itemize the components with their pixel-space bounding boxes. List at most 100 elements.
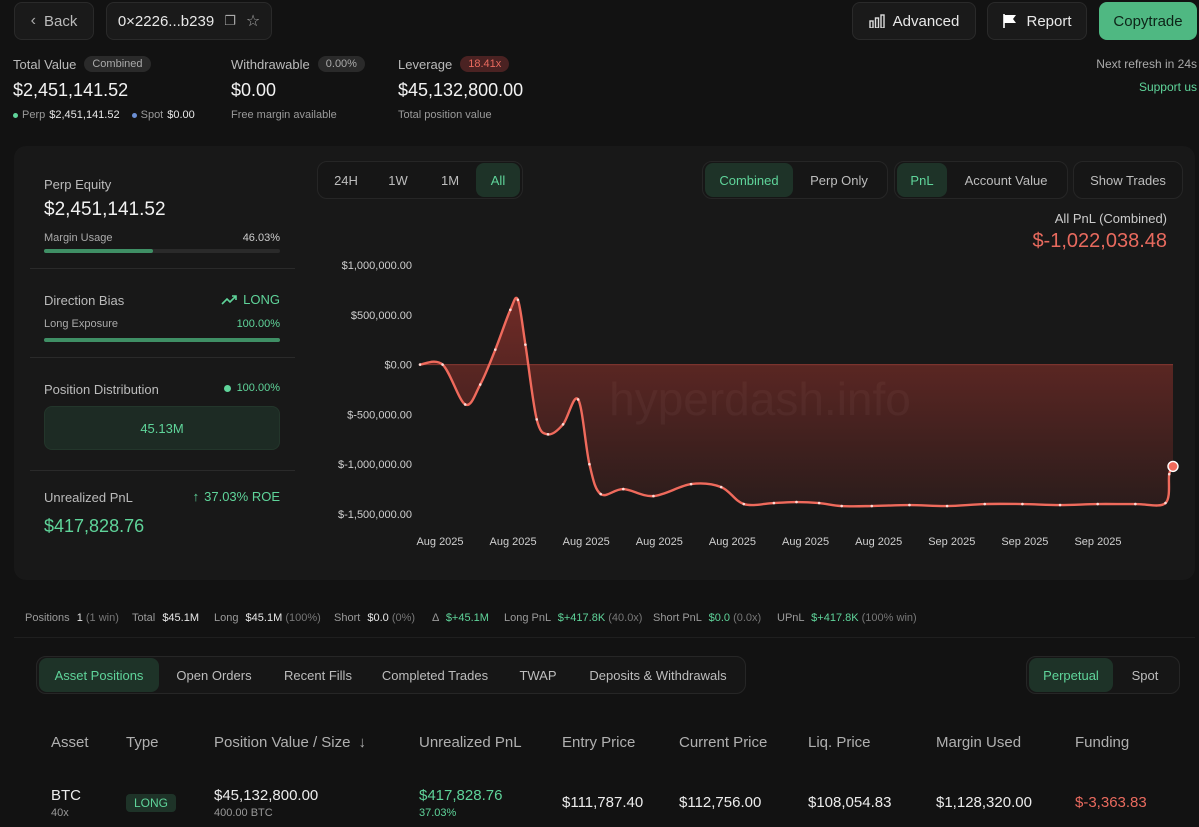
stat-longpnl-label: Long PnL	[504, 612, 551, 624]
report-button[interactable]: Report	[987, 2, 1087, 40]
green-dot-icon	[223, 384, 231, 392]
col-type[interactable]: Type	[126, 734, 159, 751]
stat-positions-value: 1	[76, 612, 83, 624]
pnl-point	[441, 363, 444, 366]
withdrawable-pct-badge: 0.00%	[317, 56, 365, 72]
tab-deposits-withdrawals[interactable]: Deposits & Withdrawals	[573, 658, 743, 692]
tab-perpetual[interactable]: Perpetual	[1029, 658, 1113, 692]
stat-total: Total $45.1M	[132, 612, 199, 624]
margin-usage-label: Margin Usage	[44, 232, 113, 244]
pnl-point	[1021, 502, 1024, 506]
row-upnl: $417,828.76	[419, 787, 503, 804]
copytrade-button[interactable]: Copytrade	[1099, 2, 1197, 40]
col-unrealized-pnl[interactable]: Unrealized PnL	[419, 734, 522, 751]
row-type-badge: LONG	[126, 794, 177, 812]
x-tick-label: Aug 2025	[490, 536, 537, 548]
y-tick-label: $0.00	[384, 360, 412, 372]
chevron-left-icon: ‹	[30, 12, 36, 29]
x-tick-label: Sep 2025	[928, 536, 975, 548]
pnl-point	[535, 418, 539, 421]
metric-account-value[interactable]: Account Value	[947, 163, 1065, 197]
stat-upnl-sub: (100% win)	[861, 612, 917, 624]
spot-value: $0.00	[167, 109, 195, 121]
show-trades-label: Show Trades	[1090, 172, 1166, 188]
col-position-value[interactable]: Position Value / Size ↓	[214, 734, 366, 751]
star-icon[interactable]: ☆	[246, 11, 260, 31]
stat-positions-label: Positions	[25, 612, 70, 624]
wallet-address: 0×2226...b239	[117, 12, 215, 30]
pnl-point	[1134, 502, 1137, 506]
range-all[interactable]: All	[476, 163, 520, 197]
support-link[interactable]: Support us	[1139, 80, 1197, 94]
position-dist-box[interactable]: 45.13M	[44, 406, 280, 450]
tab-open-orders[interactable]: Open Orders	[159, 658, 269, 692]
mode-perp-only[interactable]: Perp Only	[793, 163, 885, 197]
stat-longpnl-value: $+417.8K	[557, 612, 606, 624]
range-1m[interactable]: 1M	[424, 163, 476, 197]
range-24h[interactable]: 24H	[320, 163, 372, 197]
row-funding: $-3,363.83	[1075, 794, 1147, 811]
stat-positions: Positions 1 (1 win)	[25, 612, 119, 624]
unrealized-roe-wrap: ↑ 37.03% ROE	[193, 489, 280, 504]
pnl-point	[561, 423, 565, 426]
y-tick-label: $-1,500,000.00	[338, 509, 412, 521]
col-funding[interactable]: Funding	[1075, 734, 1129, 751]
tab-asset-positions[interactable]: Asset Positions	[39, 658, 159, 692]
pnl-point	[599, 492, 603, 496]
col-current-price[interactable]: Current Price	[679, 734, 767, 751]
divider	[30, 268, 295, 269]
sort-arrow-icon[interactable]: ↓	[358, 734, 366, 751]
x-tick-label: Aug 2025	[782, 536, 829, 548]
x-tick-label: Aug 2025	[416, 536, 463, 548]
range-1w[interactable]: 1W	[372, 163, 424, 197]
pnl-point	[524, 343, 527, 346]
withdrawable-label: Withdrawable	[231, 56, 310, 72]
col-liq-price[interactable]: Liq. Price	[808, 734, 871, 751]
direction-bias-value-wrap: LONG	[221, 292, 280, 307]
pnl-point	[1167, 472, 1171, 476]
address-chip[interactable]: 0×2226...b239 ❐ ☆	[106, 2, 272, 40]
pnl-point	[908, 503, 911, 507]
tab-recent-fills[interactable]: Recent Fills	[269, 658, 367, 692]
row-position-value: $45,132,800.00	[214, 787, 319, 804]
total-value-block: Total Value Combined $2,451,141.52 Perp …	[13, 56, 195, 121]
unrealized-label: Unrealized PnL	[44, 490, 133, 505]
stat-long: Long $45.1M (100%)	[214, 612, 321, 624]
y-tick-label: $500,000.00	[351, 310, 412, 322]
pnl-point	[689, 482, 693, 486]
col-entry-price[interactable]: Entry Price	[562, 734, 635, 751]
bar-chart-icon	[868, 14, 885, 28]
withdrawable-block: Withdrawable 0.00% $0.00 Free margin ava…	[231, 56, 365, 121]
y-tick-label: $-500,000.00	[347, 409, 412, 421]
pnl-point	[652, 494, 655, 498]
back-button[interactable]: ‹ Back	[14, 2, 94, 40]
row-upnl-pct: 37.03%	[419, 807, 457, 819]
long-exposure-bar	[44, 338, 280, 342]
col-asset[interactable]: Asset	[51, 734, 89, 751]
pnl-point	[742, 502, 746, 506]
show-trades-button[interactable]: Show Trades	[1073, 161, 1183, 199]
perp-dot-icon	[13, 112, 18, 118]
metric-pnl[interactable]: PnL	[897, 163, 947, 197]
advanced-button[interactable]: Advanced	[852, 2, 976, 40]
pnl-chart[interactable]: hyperdash.info$1,000,000.00$500,000.00$0…	[320, 255, 1190, 555]
x-tick-label: Aug 2025	[855, 536, 902, 548]
mode-combined[interactable]: Combined	[705, 163, 793, 197]
stat-shortpnl-value: $0.0	[708, 612, 730, 624]
copy-icon[interactable]: ❐	[224, 13, 236, 29]
tab-twap[interactable]: TWAP	[503, 658, 573, 692]
position-dist-label: Position Distribution	[44, 382, 159, 397]
tab-spot[interactable]: Spot	[1113, 658, 1177, 692]
position-dist-value-wrap: 100.00%	[223, 382, 280, 394]
pnl-point	[945, 504, 949, 508]
tab-completed-trades[interactable]: Completed Trades	[367, 658, 503, 692]
x-tick-label: Sep 2025	[1074, 536, 1121, 548]
pnl-title: All PnL (Combined)	[1054, 211, 1167, 226]
pnl-point	[1058, 503, 1062, 507]
pnl-point	[772, 501, 776, 505]
stat-short-label: Short	[334, 612, 361, 624]
pnl-point	[494, 348, 497, 351]
col-margin-used[interactable]: Margin Used	[936, 734, 1021, 751]
row-liq-price: $108,054.83	[808, 794, 892, 811]
pnl-value: $-1,022,038.48	[1032, 230, 1167, 252]
